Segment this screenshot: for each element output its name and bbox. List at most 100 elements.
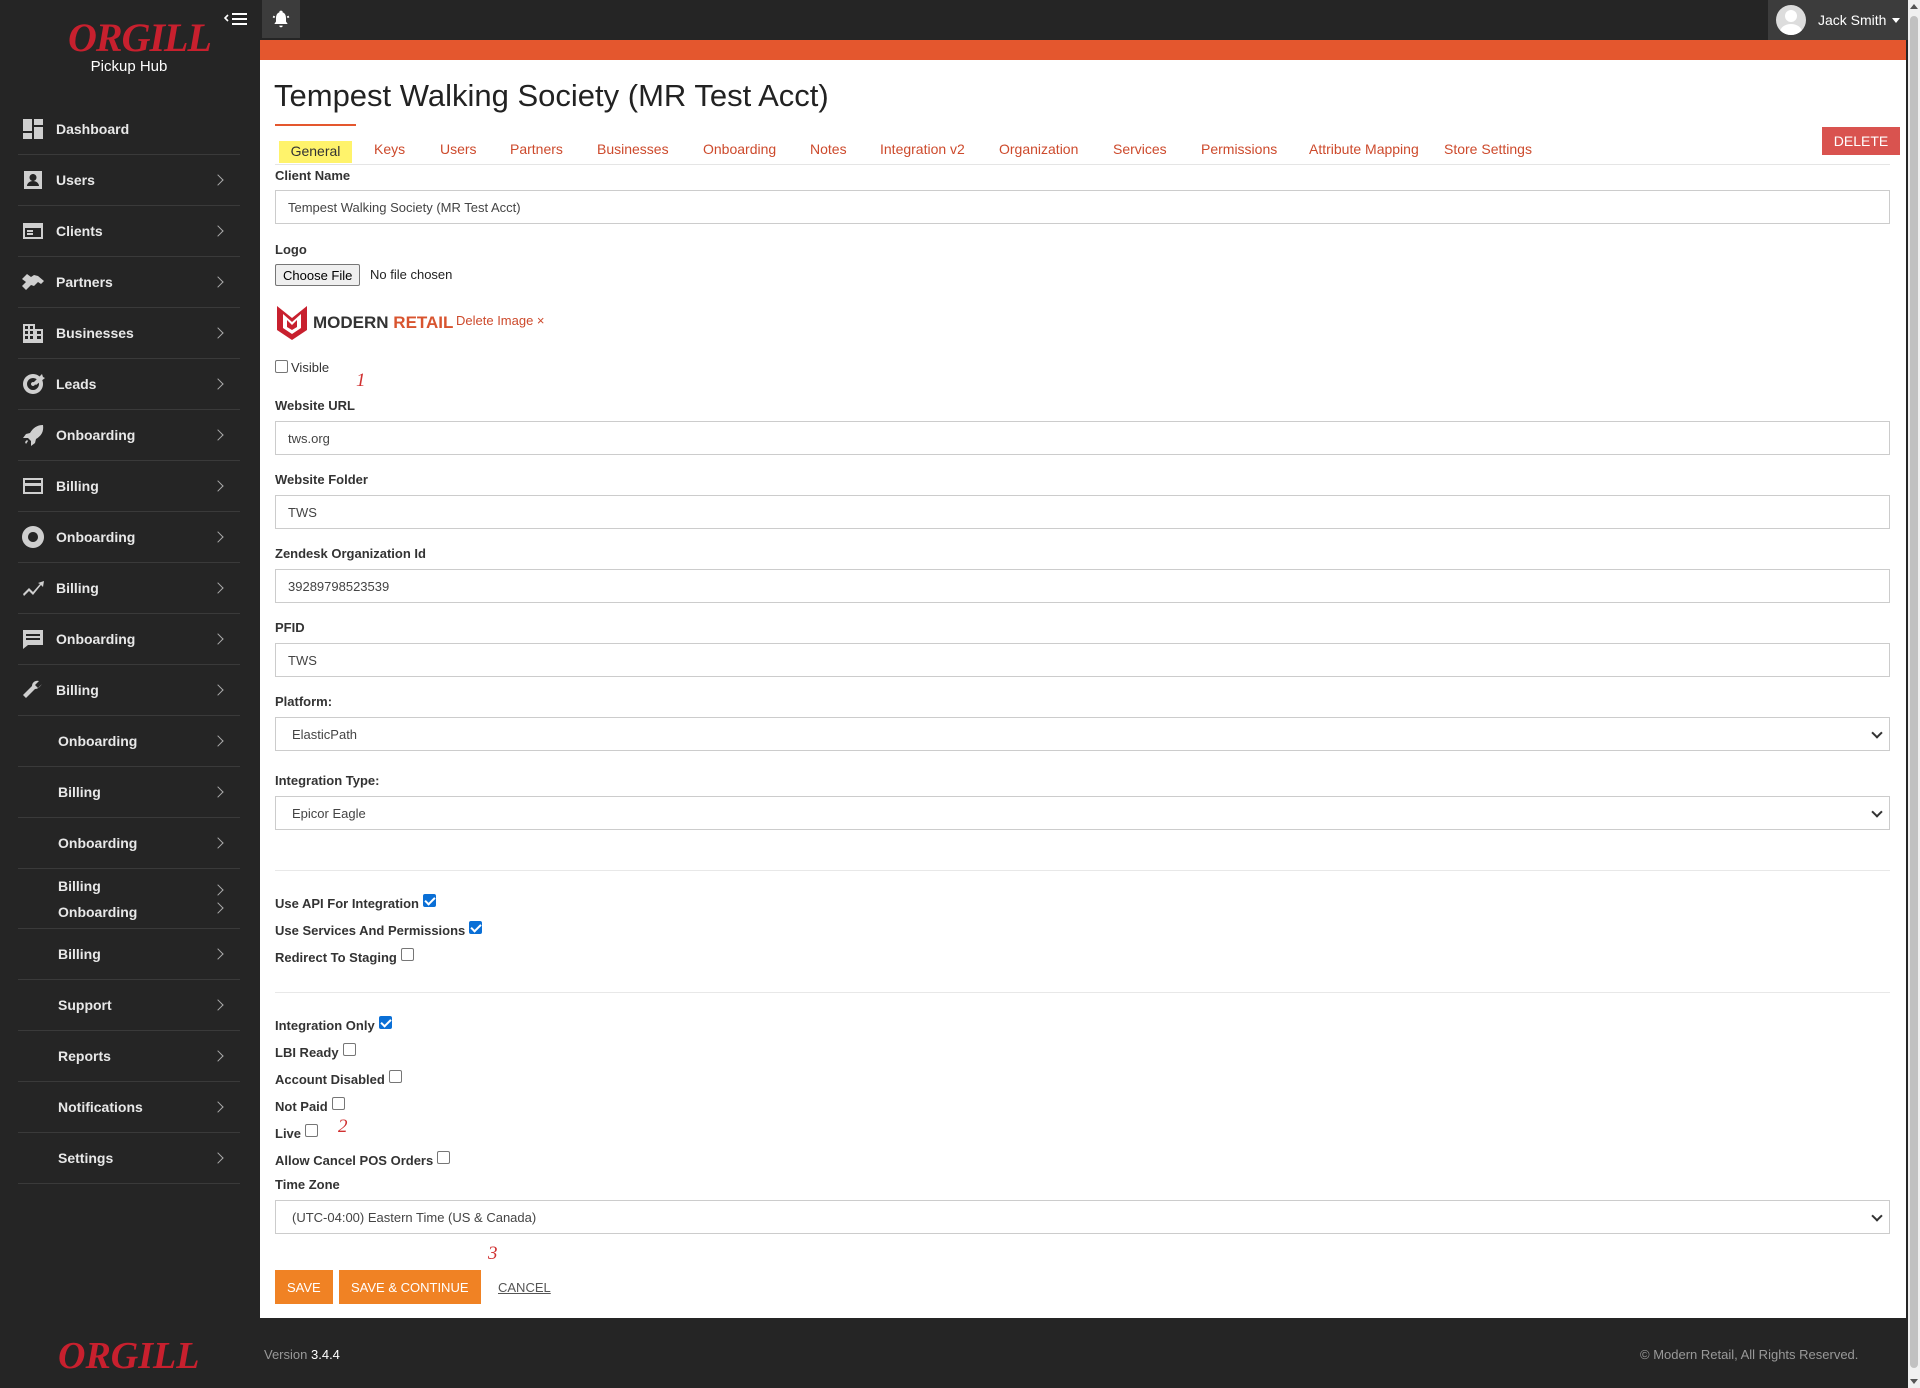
website-url-label: Website URL <box>275 398 355 413</box>
platform-select[interactable]: ElasticPath <box>275 717 1890 751</box>
scroll-down-icon[interactable] <box>1910 1379 1918 1384</box>
time-zone-select[interactable]: (UTC-04:00) Eastern Time (US & Canada) <box>275 1200 1890 1234</box>
tab-onboarding[interactable]: Onboarding <box>703 124 776 164</box>
scroll-up-icon[interactable] <box>1910 4 1918 9</box>
sidebar-item-billing[interactable]: Billing <box>18 461 240 512</box>
sidebar-item-leads[interactable]: Leads <box>18 359 240 410</box>
delete-button[interactable]: DELETE <box>1822 127 1900 155</box>
sidebar-item-clients[interactable]: Clients <box>18 206 240 257</box>
brand-name: ORGILL <box>68 15 212 60</box>
sidebar-item-billing[interactable]: Billing <box>18 929 240 980</box>
cancel-link[interactable]: CANCEL <box>498 1280 551 1295</box>
tab-notes[interactable]: Notes <box>810 124 847 164</box>
website-folder-input[interactable]: TWS <box>275 495 1890 529</box>
tab-store-settings[interactable]: Store Settings <box>1444 124 1532 164</box>
tab-partners[interactable]: Partners <box>510 124 563 164</box>
modern-retail-logo: MODERN RETAIL <box>275 304 453 342</box>
modern-retail-emblem-icon <box>277 306 307 340</box>
tab-businesses[interactable]: Businesses <box>597 124 669 164</box>
divider <box>275 870 1890 871</box>
sidebar-item-onboarding[interactable]: Onboarding <box>18 614 240 665</box>
choose-file-button[interactable]: Choose File <box>275 264 361 286</box>
integration-only-checkbox[interactable] <box>378 1016 392 1029</box>
integration-type-select[interactable]: Epicor Eagle <box>275 796 1890 830</box>
sidebar-nav: Dashboard Users Clients Partners Busines… <box>18 104 240 1184</box>
save-button[interactable]: SAVE <box>275 1270 333 1304</box>
use-services-checkbox[interactable] <box>469 921 483 934</box>
sidebar-collapse-toggle[interactable] <box>222 8 254 32</box>
chevron-right-icon <box>212 999 224 1011</box>
sidebar-item-label: Onboarding <box>58 835 138 851</box>
annotation-2: 2 <box>338 1116 348 1137</box>
save-continue-button[interactable]: SAVE & CONTINUE <box>339 1270 481 1304</box>
sidebar-item-dashboard[interactable]: Dashboard <box>18 104 240 155</box>
notifications-button[interactable] <box>262 0 300 38</box>
sidebar-item-billing-onboarding[interactable]: Billing Onboarding <box>18 869 240 929</box>
allow-cancel-pos-checkbox[interactable] <box>437 1151 451 1164</box>
scrollbar-thumb[interactable] <box>1910 16 1918 1368</box>
sidebar-item-label: Users <box>56 172 95 188</box>
platform-label: Platform: <box>275 694 333 709</box>
sidebar-item-settings[interactable]: Settings <box>18 1133 240 1184</box>
visible-row: Visible <box>275 360 329 375</box>
client-name-input[interactable]: Tempest Walking Society (MR Test Acct) <box>275 190 1890 224</box>
delete-image-link[interactable]: Delete Image × <box>456 313 545 328</box>
redirect-staging-label: Redirect To Staging <box>275 950 397 965</box>
sidebar-item-onboarding[interactable]: Onboarding <box>18 512 240 563</box>
account-disabled-row: Account Disabled <box>275 1070 402 1087</box>
user-icon <box>18 165 48 195</box>
chevron-right-icon <box>212 480 224 492</box>
redirect-staging-row: Redirect To Staging <box>275 948 414 965</box>
tab-integration-v2[interactable]: Integration v2 <box>880 124 965 164</box>
sidebar-item-billing[interactable]: Billing <box>18 563 240 614</box>
user-menu[interactable]: Jack Smith <box>1768 0 1908 40</box>
sidebar-item-billing[interactable]: Billing <box>18 665 240 716</box>
tab-attribute-mapping[interactable]: Attribute Mapping <box>1309 124 1419 164</box>
redirect-staging-checkbox[interactable] <box>400 948 414 961</box>
sidebar-item-label: Clients <box>56 223 103 239</box>
lbi-ready-row: LBI Ready <box>275 1043 356 1060</box>
sidebar-item-label: Onboarding <box>56 427 136 443</box>
visible-checkbox[interactable] <box>275 360 288 373</box>
brand-logo[interactable]: ORGILL Pickup Hub <box>68 15 212 76</box>
client-name-label: Client Name <box>275 168 351 183</box>
sidebar-item-label: Billing <box>56 682 99 698</box>
lbi-ready-checkbox[interactable] <box>342 1043 356 1056</box>
logo-wordmark: MODERN RETAIL <box>313 313 453 333</box>
chevron-right-icon <box>212 531 224 543</box>
sidebar-item-onboarding[interactable]: Onboarding <box>18 410 240 461</box>
integration-only-label: Integration Only <box>275 1018 375 1033</box>
not-paid-checkbox[interactable] <box>331 1097 345 1110</box>
sidebar-item-support[interactable]: Support <box>18 980 240 1031</box>
tab-organization[interactable]: Organization <box>999 124 1078 164</box>
sidebar-item-businesses[interactable]: Businesses <box>18 308 240 359</box>
sidebar-item-notifications[interactable]: Notifications <box>18 1082 240 1133</box>
chevron-right-icon <box>212 1050 224 1062</box>
tab-services[interactable]: Services <box>1113 124 1167 164</box>
use-api-checkbox[interactable] <box>422 894 436 907</box>
tab-keys[interactable]: Keys <box>374 124 405 164</box>
brand-subtitle: Pickup Hub <box>90 58 168 75</box>
sidebar-item-onboarding[interactable]: Onboarding <box>18 818 240 869</box>
use-api-label: Use API For Integration <box>275 896 419 911</box>
live-checkbox[interactable] <box>305 1124 319 1137</box>
tab-permissions[interactable]: Permissions <box>1201 124 1277 164</box>
sidebar-item-billing[interactable]: Billing <box>18 767 240 818</box>
pfid-input[interactable]: TWS <box>275 643 1890 677</box>
sidebar-item-reports[interactable]: Reports <box>18 1031 240 1082</box>
sidebar-item-onboarding[interactable]: Onboarding <box>18 716 240 767</box>
sidebar-item-partners[interactable]: Partners <box>18 257 240 308</box>
sidebar-item-users[interactable]: Users <box>18 155 240 206</box>
tab-users[interactable]: Users <box>440 124 477 164</box>
tab-general[interactable]: General <box>275 124 356 164</box>
website-url-input[interactable]: tws.org <box>275 421 1890 455</box>
annotation-3: 3 <box>488 1243 498 1264</box>
account-disabled-checkbox[interactable] <box>388 1070 402 1083</box>
page-scrollbar[interactable] <box>1908 0 1920 1388</box>
trend-chart-icon <box>18 573 48 603</box>
divider <box>275 992 1890 993</box>
chevron-right-icon <box>212 837 224 849</box>
chevron-right-icon <box>212 1101 224 1113</box>
zendesk-org-input[interactable]: 39289798523539 <box>275 569 1890 603</box>
website-folder-label: Website Folder <box>275 472 368 487</box>
